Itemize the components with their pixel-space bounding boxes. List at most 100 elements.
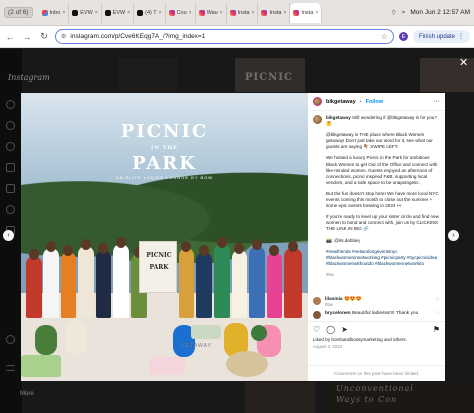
image-title-line1: PICNIC — [120, 121, 209, 142]
follow-button[interactable]: Follow — [366, 99, 383, 105]
tab-label: Insta — [269, 9, 282, 16]
close-tab-icon[interactable]: × — [283, 10, 286, 16]
close-tab-icon[interactable]: × — [220, 10, 223, 16]
post-image[interactable]: PICNIC IN THE PARK AN ELITE LADIES LOUNG… — [21, 93, 308, 381]
tab-label: EVW — [112, 9, 126, 16]
close-tab-icon[interactable]: × — [189, 10, 192, 16]
cushion — [149, 357, 185, 375]
clock[interactable]: Mon Jun 2 12:57 AM — [410, 9, 470, 16]
image-watermark: GETAWAY — [181, 343, 212, 349]
x-icon — [104, 9, 111, 16]
sign-text-line1: PICNIC — [146, 252, 172, 259]
tab-x-3[interactable]: (4) T × — [134, 2, 166, 23]
next-post-arrow-icon[interactable]: › — [448, 230, 459, 241]
comment-text: 😍😍😍 — [343, 297, 362, 302]
search-icon[interactable]: ⌕ — [402, 9, 406, 17]
tab-gmail-inbox[interactable]: Inbo × — [39, 2, 70, 23]
close-tab-icon[interactable]: × — [95, 10, 98, 16]
close-tab-icon[interactable]: × — [127, 10, 130, 16]
tab-instagram-3[interactable]: Insta × — [227, 2, 259, 23]
x-icon — [137, 9, 144, 16]
tab-x-2[interactable]: EVW × — [102, 2, 135, 23]
image-subtitle: AN ELITE LADIES LOUNGE BY BGW — [115, 175, 214, 180]
commenter-avatar[interactable] — [313, 297, 321, 305]
tab-instagram-4[interactable]: Insta × — [258, 2, 291, 23]
post-caption: bikgetaway Still wondering if @blkgetawa… — [308, 111, 445, 297]
back-arrow-icon[interactable]: ← — [4, 31, 16, 43]
cushion — [191, 325, 221, 339]
potted-plant — [251, 325, 267, 341]
author-avatar[interactable] — [313, 97, 322, 106]
caption-paragraph-2: We hosted a luxury Picnic in the Park fo… — [326, 155, 438, 185]
close-tab-icon[interactable]: × — [62, 10, 65, 16]
kebab-menu-icon: ⋮ — [458, 34, 464, 40]
tab-strip: Inbo × EVW × EVW × (4) T × Cou × Wau × Insta × … — [39, 2, 323, 23]
site-info-icon[interactable]: ⚙ — [61, 33, 66, 40]
bookmark-star-icon[interactable]: ☆ — [381, 32, 388, 41]
tab-instagram-1[interactable]: Cou × — [166, 2, 196, 23]
action-buttons-row: ♡ ◯ ➤ ⚑ — [313, 325, 440, 334]
close-tab-icon[interactable]: × — [315, 10, 318, 16]
caption-username[interactable]: bikgetaway — [326, 115, 351, 120]
gmail-icon — [41, 9, 48, 16]
finish-update-label: Finish update — [418, 33, 455, 40]
caption-paragraph-1: @blkgetaway is THE place where Black Wom… — [326, 132, 433, 150]
comments-limited-notice: Comments on this post have been limited. — [308, 365, 445, 381]
tab-x-1[interactable]: EVW × — [69, 2, 102, 23]
separator-dot: • — [359, 98, 362, 105]
commenter-username[interactable]: brycelonen — [325, 311, 351, 316]
like-heart-icon[interactable]: ♡ — [313, 325, 320, 334]
caption-avatar[interactable] — [313, 115, 322, 124]
post-header: bikgetaway • Follow ··· — [308, 93, 445, 111]
more-options-icon[interactable]: ··· — [433, 98, 440, 105]
post-details-panel: bikgetaway • Follow ··· bikgetaway Still… — [308, 93, 445, 381]
reload-icon[interactable]: ↻ — [38, 31, 50, 43]
instagram-icon — [198, 9, 205, 16]
tab-label: Insta — [237, 9, 250, 16]
tab-label: Inbo — [49, 9, 61, 16]
like-comment-heart-icon[interactable]: ♡ — [436, 297, 440, 303]
post-actions: ♡ ◯ ➤ ⚑ Liked by bombandbossymarketing a… — [308, 321, 445, 349]
comment-text: Beautiful ladiesss!!!! Thank you — [351, 311, 419, 316]
cushion — [21, 355, 61, 377]
comment-meta: 95w — [325, 302, 333, 307]
wicker-basket — [226, 351, 268, 377]
post-date: August 3, 2023 — [313, 344, 342, 349]
commenter-avatar[interactable] — [313, 311, 321, 319]
instagram-icon — [168, 9, 175, 16]
tab-instagram-active[interactable]: Insta × — [290, 2, 323, 23]
tab-label: Wau — [206, 9, 218, 16]
browser-titlebar: (2 of 6) Inbo × EVW × EVW × (4) T × Cou × Wau… — [0, 0, 474, 26]
caption-hashtags[interactable]: #newfriends #networkingeventsnyc #blackw… — [326, 249, 440, 267]
browser-toolbar: ← → ↻ ⚙ instagram.com/p/Cve6KEqg7A_/?img… — [0, 26, 474, 48]
tab-instagram-2[interactable]: Wau × — [196, 2, 227, 23]
liked-by-text[interactable]: Liked by bombandbossymarketing and other… — [313, 337, 440, 342]
caption-paragraph-4: If you're ready to level up your sister … — [326, 214, 439, 232]
instagram-icon — [293, 9, 300, 16]
share-send-icon[interactable]: ➤ — [341, 325, 348, 334]
comment-item: lilasmia 😍😍😍 95w ♡ — [308, 295, 445, 310]
image-title-line2: IN THE — [151, 145, 178, 151]
page-counter-badge: (2 of 6) — [4, 7, 33, 18]
prev-post-arrow-icon[interactable]: ‹ — [3, 230, 14, 241]
tab-label: Insta — [301, 9, 314, 16]
caption-paragraph-3: But the fun doesn't stop here! We have m… — [326, 190, 439, 209]
save-bookmark-icon[interactable]: ⚑ — [433, 325, 440, 334]
close-tab-icon[interactable]: × — [159, 10, 162, 16]
image-title-line3: PARK — [132, 153, 197, 174]
close-modal-icon[interactable]: ✕ — [459, 56, 468, 69]
caption-time: 95w — [326, 271, 334, 277]
x-icon — [72, 9, 79, 16]
wifi-icon[interactable]: ⌔ — [391, 8, 397, 17]
url-text[interactable]: instagram.com/p/Cve6KEqg7A_/?img_index=1 — [70, 33, 205, 40]
tab-label: (4) T — [145, 9, 157, 16]
like-comment-heart-icon[interactable]: ♡ — [436, 311, 440, 317]
address-bar[interactable]: ⚙ instagram.com/p/Cve6KEqg7A_/?img_index… — [55, 29, 394, 44]
forward-arrow-icon[interactable]: → — [21, 31, 33, 43]
close-tab-icon[interactable]: × — [252, 10, 255, 16]
profile-avatar[interactable]: E — [398, 32, 408, 41]
finish-update-button[interactable]: Finish update ⋮ — [412, 30, 470, 43]
comment-bubble-icon[interactable]: ◯ — [326, 325, 335, 334]
author-username[interactable]: bikgetaway — [326, 99, 356, 105]
instagram-icon — [261, 9, 268, 16]
